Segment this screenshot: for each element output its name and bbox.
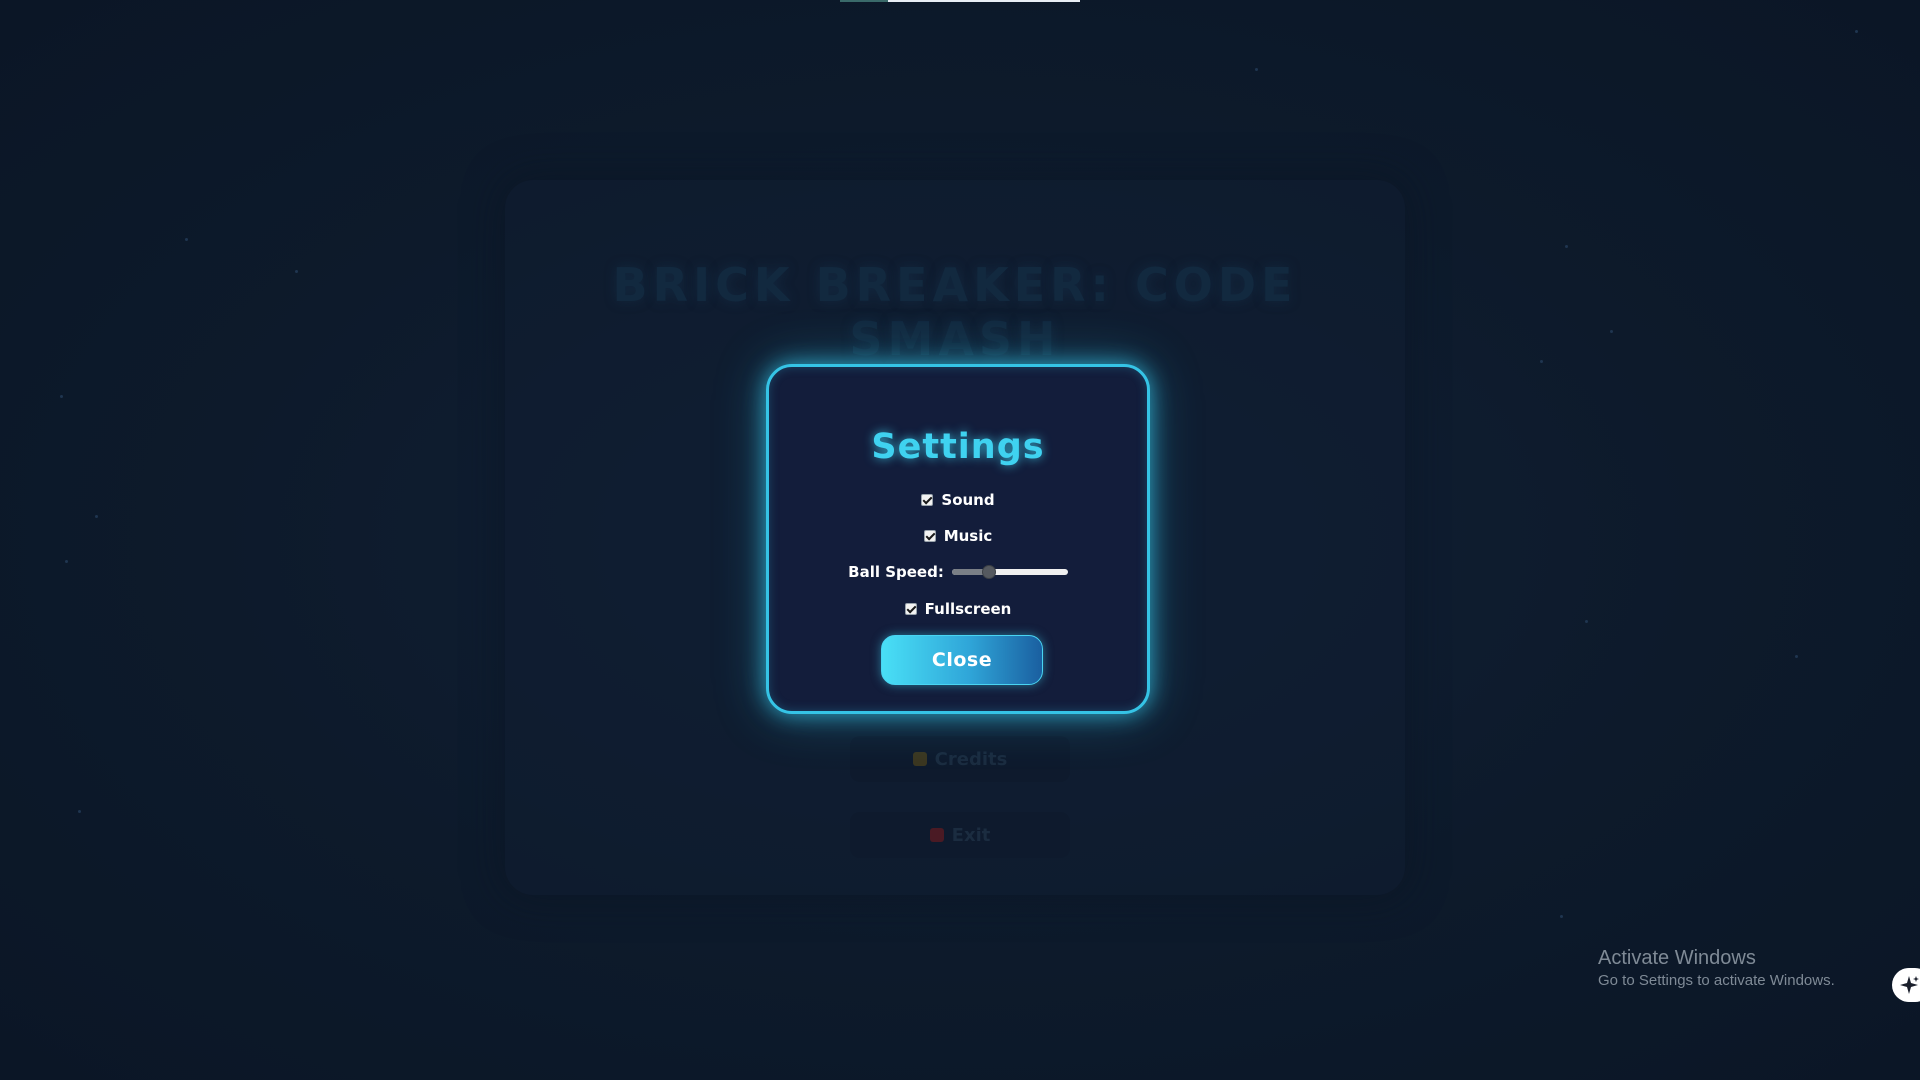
fullscreen-label: Fullscreen (924, 600, 1012, 618)
music-checkbox[interactable] (923, 530, 936, 542)
watermark-title: Activate Windows (1598, 947, 1756, 969)
ball-speed-slider[interactable] (951, 565, 1068, 579)
exit-label: Exit (951, 824, 991, 846)
ball-speed-row: Ball Speed: (769, 563, 1147, 581)
credits-label: Credits (934, 748, 1008, 770)
exit-button: Exit (850, 812, 1070, 858)
fullscreen-setting-row: Fullscreen (769, 600, 1147, 618)
star-dot (65, 560, 68, 563)
music-setting-row: Music (769, 527, 1147, 545)
star-dot (1795, 655, 1798, 658)
close-button[interactable]: Close (881, 635, 1043, 685)
ball-speed-label: Ball Speed: (848, 563, 944, 581)
star-dot (1855, 30, 1858, 33)
credits-button: Credits (850, 736, 1070, 782)
settings-modal: Settings Sound Music Ball Speed: Fullscr… (766, 364, 1150, 714)
exit-door-icon (929, 828, 944, 842)
slider-thumb[interactable] (982, 565, 997, 579)
gear-icon (912, 752, 927, 766)
star-dot (78, 810, 81, 813)
sound-setting-row: Sound (769, 491, 1147, 509)
watermark-subtitle: Go to Settings to activate Windows. (1598, 972, 1835, 989)
music-label: Music (943, 527, 993, 545)
star-dot (60, 395, 63, 398)
star-dot (1610, 330, 1613, 333)
sound-label: Sound (941, 491, 995, 509)
star-dot (295, 270, 298, 273)
star-dot (1565, 245, 1568, 248)
star-dot (1585, 620, 1588, 623)
star-dot (185, 238, 188, 241)
game-title: BRICK BREAKER: CODE SMASH (612, 258, 1298, 366)
activate-windows-watermark: Activate Windows Go to Settings to activ… (1598, 945, 1835, 991)
settings-title: Settings (871, 427, 1045, 467)
game-screen: BRICK BREAKER: CODE SMASH Credits Exit S… (0, 0, 1920, 1080)
star-dot (95, 515, 98, 518)
sound-checkbox[interactable] (921, 494, 934, 506)
copilot-sparkle-button[interactable] (1892, 968, 1920, 1002)
star-dot (1540, 360, 1543, 363)
fullscreen-checkbox[interactable] (904, 603, 917, 615)
top-progress-strip (840, 0, 1080, 2)
sparkle-icon (1900, 976, 1919, 994)
star-dot (1560, 915, 1563, 918)
star-dot (1255, 68, 1258, 71)
